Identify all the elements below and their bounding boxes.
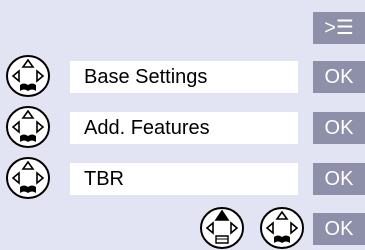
ok-button-1[interactable]: OK [313, 61, 365, 93]
menu-list-icon: >☰ [324, 17, 354, 39]
nav-key-down-icon[interactable] [2, 54, 54, 98]
nav-key-down-icon[interactable] [2, 105, 54, 149]
nav-key-up-icon[interactable] [196, 206, 248, 250]
menu-item-base-settings: Base Settings [70, 61, 298, 93]
ok-button-2[interactable]: OK [313, 112, 365, 144]
nav-key-down-icon[interactable] [256, 206, 308, 250]
nav-key-down-icon[interactable] [2, 156, 54, 200]
menu-item-add-features: Add. Features [70, 112, 298, 144]
menu-instruction-panel: { "menu_key": { "glyph": ">☰", "icon": "… [0, 0, 365, 250]
ok-button-3[interactable]: OK [313, 163, 365, 195]
menu-item-tbr: TBR [70, 163, 298, 195]
ok-button-final[interactable]: OK [313, 213, 365, 245]
menu-softkey[interactable]: >☰ [313, 12, 365, 44]
